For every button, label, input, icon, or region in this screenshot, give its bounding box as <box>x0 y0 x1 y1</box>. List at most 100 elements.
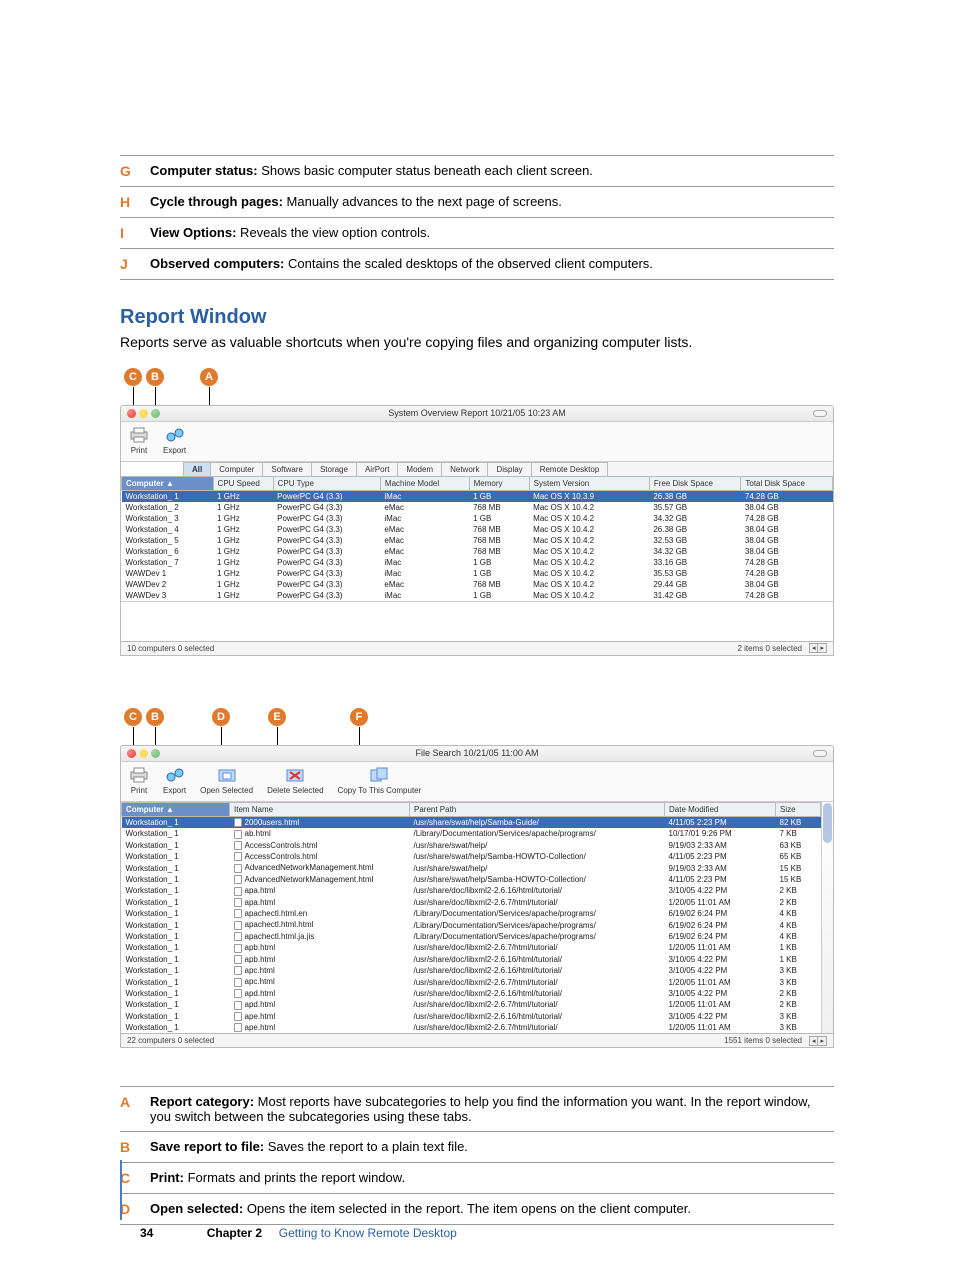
table-row[interactable]: Workstation_ 1apachectl.html.html/Librar… <box>122 919 821 930</box>
tab-airport[interactable]: AirPort <box>356 462 398 476</box>
scroll-arrows[interactable]: ◂▸ <box>810 1036 827 1046</box>
table-row[interactable]: Workstation_ 1apb.html/usr/share/doc/lib… <box>122 942 821 953</box>
table-row[interactable]: Workstation_ 11 GHzPowerPC G4 (3.3)iMac1… <box>122 490 833 502</box>
cell: 3 KB <box>776 976 821 987</box>
table-row[interactable]: Workstation_ 1ape.html/usr/share/doc/lib… <box>122 1022 821 1033</box>
table-row[interactable]: WAWDev 11 GHzPowerPC G4 (3.3)iMac1 GBMac… <box>122 568 833 579</box>
toolbar-print[interactable]: Print <box>129 766 149 795</box>
cell: Workstation_ 1 <box>122 897 230 908</box>
tab-computer[interactable]: Computer <box>210 462 263 476</box>
legend-row: DOpen selected: Opens the item selected … <box>120 1194 834 1225</box>
filesearch-table[interactable]: Computer ▲Item NameParent PathDate Modif… <box>121 802 821 1033</box>
col-size[interactable]: Size <box>776 802 821 816</box>
tab-all[interactable]: All <box>183 462 211 476</box>
file-icon <box>234 966 242 975</box>
cell: Workstation_ 1 <box>122 874 230 885</box>
toolbar-toggle-icon[interactable] <box>813 410 827 417</box>
cell: 1 GB <box>469 590 529 601</box>
toolbar-print[interactable]: Print <box>129 426 149 455</box>
scrollbar[interactable] <box>821 802 833 1033</box>
table-row[interactable]: Workstation_ 12000users.html/usr/share/s… <box>122 816 821 828</box>
cell: 74.28 GB <box>741 590 833 601</box>
window-title: File Search 10/21/05 11:00 AM <box>121 748 833 758</box>
col-total-disk-space[interactable]: Total Disk Space <box>741 476 833 490</box>
cell: /usr/share/doc/libxml2-2.6.7/html/tutori… <box>410 897 665 908</box>
table-row[interactable]: Workstation_ 1apd.html/usr/share/doc/lib… <box>122 999 821 1010</box>
toolbar-export[interactable]: Export <box>163 766 186 795</box>
callout-bubble: B <box>146 368 164 386</box>
tab-software[interactable]: Software <box>262 462 312 476</box>
col-item-name[interactable]: Item Name <box>230 802 410 816</box>
table-row[interactable]: Workstation_ 1apachectl.html.en/Library/… <box>122 908 821 919</box>
tab-storage[interactable]: Storage <box>311 462 357 476</box>
table-row[interactable]: Workstation_ 1AdvancedNetworkManagement.… <box>122 862 821 873</box>
col-date-modified[interactable]: Date Modified <box>665 802 776 816</box>
callout-bubble: A <box>200 368 218 386</box>
cell: 2 KB <box>776 999 821 1010</box>
table-row[interactable]: Workstation_ 1apc.html/usr/share/doc/lib… <box>122 965 821 976</box>
cell: 10/17/01 9:26 PM <box>665 828 776 839</box>
table-row[interactable]: Workstation_ 1ab.html/Library/Documentat… <box>122 828 821 839</box>
cell: apd.html <box>230 988 410 999</box>
callout-C: C <box>124 368 142 405</box>
table-row[interactable]: Workstation_ 21 GHzPowerPC G4 (3.3)eMac7… <box>122 502 833 513</box>
table-row[interactable]: Workstation_ 41 GHzPowerPC G4 (3.3)eMac7… <box>122 524 833 535</box>
cell: Mac OS X 10.4.2 <box>529 524 649 535</box>
scroll-arrows[interactable]: ◂▸ <box>810 643 827 653</box>
cell: 15 KB <box>776 862 821 873</box>
cell: 1 GHz <box>213 579 273 590</box>
tab-remote-desktop[interactable]: Remote Desktop <box>531 462 609 476</box>
toolbar-label: Open Selected <box>200 786 253 795</box>
col-cpu-type[interactable]: CPU Type <box>273 476 380 490</box>
cell: PowerPC G4 (3.3) <box>273 546 380 557</box>
toolbar-export[interactable]: Export <box>163 426 186 455</box>
cell: iMac <box>380 568 469 579</box>
col-free-disk-space[interactable]: Free Disk Space <box>649 476 741 490</box>
window-titlebar[interactable]: File Search 10/21/05 11:00 AM <box>121 746 833 762</box>
table-row[interactable]: Workstation_ 61 GHzPowerPC G4 (3.3)eMac7… <box>122 546 833 557</box>
col-parent-path[interactable]: Parent Path <box>410 802 665 816</box>
table-row[interactable]: Workstation_ 1apa.html/usr/share/doc/lib… <box>122 897 821 908</box>
table-row[interactable]: Workstation_ 1AccessControls.html/usr/sh… <box>122 840 821 851</box>
table-row[interactable]: Workstation_ 1AccessControls.html/usr/sh… <box>122 851 821 862</box>
legend-letter: D <box>120 1194 150 1225</box>
table-row[interactable]: Workstation_ 1apachectl.html.ja.jis/Libr… <box>122 931 821 942</box>
tab-modem[interactable]: Modem <box>397 462 442 476</box>
toolbar-toggle-icon[interactable] <box>813 750 827 757</box>
table-row[interactable]: Workstation_ 1apc.html/usr/share/doc/lib… <box>122 976 821 987</box>
table-row[interactable]: Workstation_ 1apb.html/usr/share/doc/lib… <box>122 954 821 965</box>
toolbar-delete-selected[interactable]: Delete Selected <box>267 766 323 795</box>
table-row[interactable]: Workstation_ 1AdvancedNetworkManagement.… <box>122 874 821 885</box>
cell: Workstation_ 1 <box>122 1011 230 1022</box>
cell: 1 GHz <box>213 513 273 524</box>
window-titlebar[interactable]: System Overview Report 10/21/05 10:23 AM <box>121 406 833 422</box>
col-system-version[interactable]: System Version <box>529 476 649 490</box>
table-row[interactable]: WAWDev 21 GHzPowerPC G4 (3.3)eMac768 MBM… <box>122 579 833 590</box>
tab-network[interactable]: Network <box>441 462 488 476</box>
table-row[interactable]: Workstation_ 71 GHzPowerPC G4 (3.3)iMac1… <box>122 557 833 568</box>
cell: 6/19/02 6:24 PM <box>665 919 776 930</box>
overview-table[interactable]: Computer ▲CPU SpeedCPU TypeMachine Model… <box>121 476 833 601</box>
toolbar-open-selected[interactable]: Open Selected <box>200 766 253 795</box>
cell: WAWDev 3 <box>122 590 214 601</box>
file-icon <box>234 864 242 873</box>
table-row[interactable]: Workstation_ 1apa.html/usr/share/doc/lib… <box>122 885 821 896</box>
col-machine-model[interactable]: Machine Model <box>380 476 469 490</box>
callout-line <box>155 727 156 745</box>
col-cpu-speed[interactable]: CPU Speed <box>213 476 273 490</box>
tab-display[interactable]: Display <box>487 462 531 476</box>
intro-paragraph: Reports serve as valuable shortcuts when… <box>120 333 834 352</box>
col-computer[interactable]: Computer ▲ <box>122 802 230 816</box>
col-memory[interactable]: Memory <box>469 476 529 490</box>
col-computer[interactable]: Computer ▲ <box>122 476 214 490</box>
table-row[interactable]: Workstation_ 1apd.html/usr/share/doc/lib… <box>122 988 821 999</box>
table-row[interactable]: Workstation_ 51 GHzPowerPC G4 (3.3)eMac7… <box>122 535 833 546</box>
table-row[interactable]: Workstation_ 31 GHzPowerPC G4 (3.3)iMac1… <box>122 513 833 524</box>
table-row[interactable]: Workstation_ 1ape.html/usr/share/doc/lib… <box>122 1011 821 1022</box>
table-row[interactable]: WAWDev 31 GHzPowerPC G4 (3.3)iMac1 GBMac… <box>122 590 833 601</box>
cell: 9/19/03 2:33 AM <box>665 862 776 873</box>
callout-line <box>209 387 210 405</box>
cell: 65 KB <box>776 851 821 862</box>
toolbar-copy-to-this-computer[interactable]: Copy To This Computer <box>338 766 422 795</box>
scroll-thumb[interactable] <box>823 803 832 843</box>
